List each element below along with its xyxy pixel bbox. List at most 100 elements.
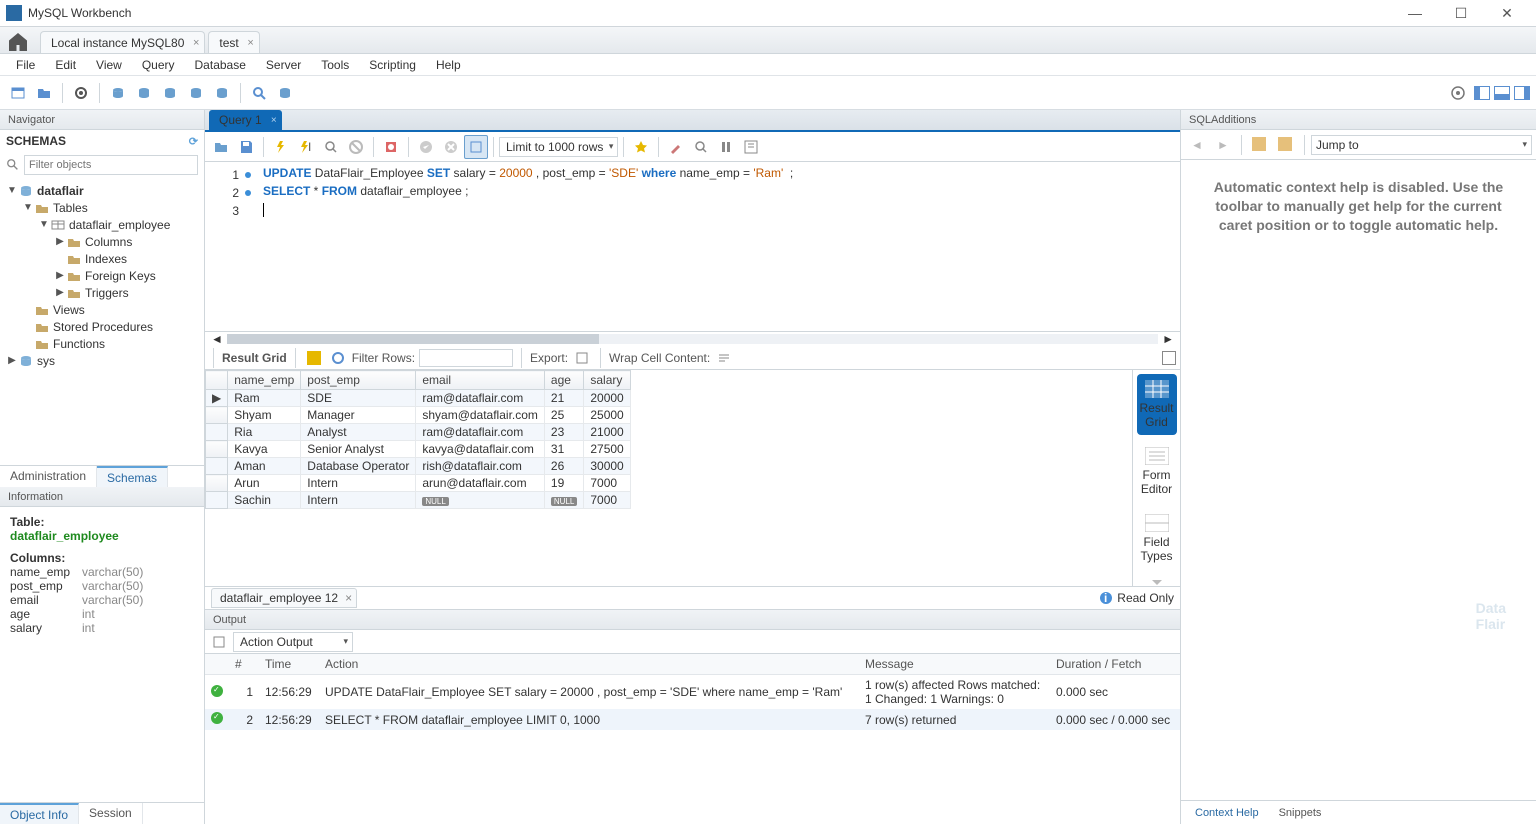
refresh-icon[interactable]: [328, 348, 348, 368]
rollback-button[interactable]: [439, 135, 463, 159]
home-button[interactable]: [6, 31, 30, 53]
execute-button[interactable]: [269, 135, 293, 159]
tree-tables[interactable]: ▼Tables: [4, 199, 200, 216]
create-schema-button[interactable]: [106, 81, 130, 105]
close-icon[interactable]: ×: [345, 591, 352, 605]
close-icon[interactable]: ×: [271, 115, 277, 126]
side-field-types[interactable]: Field Types: [1137, 508, 1177, 569]
conn-tab-test[interactable]: test ×: [208, 31, 259, 53]
export-button[interactable]: [572, 348, 592, 368]
find-button[interactable]: [689, 135, 713, 159]
nav-fwd-button[interactable]: ►: [1211, 133, 1235, 157]
search-table-button[interactable]: [247, 81, 271, 105]
menu-edit[interactable]: Edit: [45, 55, 86, 75]
output-row[interactable]: 212:56:29SELECT * FROM dataflair_employe…: [205, 709, 1180, 730]
close-button[interactable]: ✕: [1484, 5, 1530, 22]
refresh-icon[interactable]: ⟳: [189, 135, 198, 148]
tab-object-info[interactable]: Object Info: [0, 803, 79, 824]
editor-hscroll[interactable]: ◄►: [205, 332, 1180, 346]
tree-triggers[interactable]: ▶Triggers: [4, 284, 200, 301]
open-file-button[interactable]: [209, 135, 233, 159]
tab-session[interactable]: Session: [79, 803, 143, 824]
schema-tree[interactable]: ▼dataflair ▼Tables ▼dataflair_employee ▶…: [0, 178, 204, 465]
reconnect-button[interactable]: [273, 81, 297, 105]
conn-tab-local[interactable]: Local instance MySQL80 ×: [40, 31, 205, 53]
side-form-editor[interactable]: Form Editor: [1137, 441, 1177, 502]
output-grid[interactable]: #TimeActionMessageDuration / Fetch112:56…: [205, 654, 1180, 824]
word-wrap-button[interactable]: [739, 135, 763, 159]
create-func-button[interactable]: [210, 81, 234, 105]
menu-database[interactable]: Database: [185, 55, 256, 75]
table-row[interactable]: SachinInternNULLNULL7000: [206, 492, 631, 509]
favorite-button[interactable]: [629, 135, 653, 159]
toggle-output-panel[interactable]: [1494, 86, 1510, 100]
stop-button[interactable]: [344, 135, 368, 159]
col-header[interactable]: email: [416, 371, 545, 390]
filter-input[interactable]: [24, 155, 198, 175]
explain-button[interactable]: [319, 135, 343, 159]
col-header[interactable]: salary: [584, 371, 630, 390]
tree-table[interactable]: ▼dataflair_employee: [4, 216, 200, 233]
tab-administration[interactable]: Administration: [0, 466, 97, 487]
menu-view[interactable]: View: [86, 55, 132, 75]
menu-file[interactable]: File: [6, 55, 45, 75]
create-view-button[interactable]: [158, 81, 182, 105]
collapse-icon[interactable]: [1162, 351, 1176, 365]
inspector-button[interactable]: [69, 81, 93, 105]
table-row[interactable]: RiaAnalystram@dataflair.com2321000: [206, 424, 631, 441]
sql-editor[interactable]: 123 UPDATE DataFlair_Employee SET salary…: [205, 162, 1180, 332]
commit-button[interactable]: [414, 135, 438, 159]
minimize-button[interactable]: —: [1392, 5, 1438, 21]
tree-views[interactable]: Views: [4, 301, 200, 318]
table-row[interactable]: ▶RamSDEram@dataflair.com2120000: [206, 390, 631, 407]
create-sp-button[interactable]: [184, 81, 208, 105]
table-row[interactable]: ShyamManagershyam@dataflair.com2525000: [206, 407, 631, 424]
help-toggle-button[interactable]: [1248, 133, 1272, 157]
execute-current-button[interactable]: I: [294, 135, 318, 159]
output-clear-button[interactable]: [209, 632, 229, 652]
menu-server[interactable]: Server: [256, 55, 311, 75]
output-row[interactable]: 112:56:29UPDATE DataFlair_Employee SET s…: [205, 675, 1180, 710]
create-table-button[interactable]: [132, 81, 156, 105]
toggle-sidebar-left[interactable]: [1474, 86, 1490, 100]
menu-scripting[interactable]: Scripting: [359, 55, 426, 75]
filter-rows-input[interactable]: [419, 349, 513, 367]
tab-context-help[interactable]: Context Help: [1185, 804, 1269, 822]
close-icon[interactable]: ×: [193, 37, 199, 49]
maximize-button[interactable]: ☐: [1438, 5, 1484, 22]
open-sql-button[interactable]: [32, 81, 56, 105]
toggle-sidebar-right[interactable]: [1514, 86, 1530, 100]
menu-tools[interactable]: Tools: [311, 55, 359, 75]
jump-to-select[interactable]: Jump to: [1311, 135, 1532, 155]
tree-fks[interactable]: ▶Foreign Keys: [4, 267, 200, 284]
auto-help-button[interactable]: [1274, 133, 1298, 157]
settings-icon[interactable]: [1446, 81, 1470, 105]
limit-rows-select[interactable]: Limit to 1000 rows: [499, 137, 618, 157]
tab-snippets[interactable]: Snippets: [1269, 804, 1332, 822]
toggle-autocommit-button[interactable]: [379, 135, 403, 159]
col-header[interactable]: name_emp: [228, 371, 301, 390]
tree-sps[interactable]: Stored Procedures: [4, 318, 200, 335]
new-sql-tab-button[interactable]: [6, 81, 30, 105]
nav-back-button[interactable]: ◄: [1185, 133, 1209, 157]
query-tab-1[interactable]: Query 1 ×: [209, 110, 282, 130]
close-icon[interactable]: ×: [247, 37, 253, 49]
side-result-grid[interactable]: Result Grid: [1137, 374, 1177, 435]
result-grid[interactable]: name_emppost_empemailagesalary▶RamSDEram…: [205, 370, 1132, 586]
tree-funcs[interactable]: Functions: [4, 335, 200, 352]
col-header[interactable]: post_emp: [301, 371, 416, 390]
col-header[interactable]: age: [544, 371, 583, 390]
grid-icon[interactable]: [304, 348, 324, 368]
beautify-button[interactable]: [664, 135, 688, 159]
table-row[interactable]: AmanDatabase Operatorrish@dataflair.com2…: [206, 458, 631, 475]
toggle-whitespace-button[interactable]: [464, 135, 488, 159]
tab-schemas[interactable]: Schemas: [97, 466, 168, 487]
save-button[interactable]: [234, 135, 258, 159]
table-row[interactable]: KavyaSenior Analystkavya@dataflair.com31…: [206, 441, 631, 458]
tree-indexes[interactable]: Indexes: [4, 250, 200, 267]
menu-help[interactable]: Help: [426, 55, 471, 75]
tree-sys[interactable]: ▶sys: [4, 352, 200, 369]
table-row[interactable]: ArunInternarun@dataflair.com197000: [206, 475, 631, 492]
output-type-select[interactable]: Action Output: [233, 632, 353, 652]
tree-columns[interactable]: ▶Columns: [4, 233, 200, 250]
